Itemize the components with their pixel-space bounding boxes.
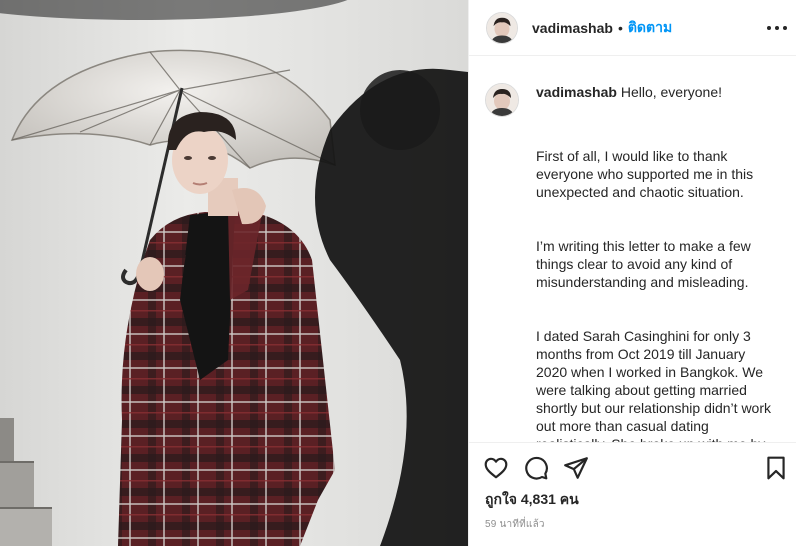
caption-greeting: Hello, everyone! bbox=[620, 84, 722, 100]
caption-username[interactable]: vadimashab bbox=[536, 84, 617, 100]
caption-row: vadimashab Hello, everyone! bbox=[469, 57, 796, 117]
avatar[interactable] bbox=[486, 11, 518, 44]
more-options-icon[interactable] bbox=[767, 18, 787, 38]
action-icons bbox=[483, 455, 589, 481]
caption-paragraph: First of all, I would like to thank ever… bbox=[536, 148, 754, 200]
likes-count[interactable]: ถูกใจ 4,831 คน bbox=[485, 489, 579, 511]
comment-icon[interactable] bbox=[523, 455, 549, 481]
caption-paragraph: I dated Sarah Casinghini for only 3 mont… bbox=[536, 328, 772, 442]
caption-paragraph: I’m writing this letter to make a few th… bbox=[536, 238, 751, 290]
post-photo[interactable] bbox=[0, 0, 468, 546]
avatar-image bbox=[486, 84, 518, 116]
post-username[interactable]: vadimashab bbox=[532, 20, 613, 36]
caption-avatar[interactable] bbox=[485, 83, 519, 117]
more-dot bbox=[783, 26, 787, 30]
post-photo-illustration bbox=[0, 0, 468, 546]
more-dot bbox=[767, 26, 771, 30]
more-dot bbox=[775, 26, 779, 30]
action-bar: ถูกใจ 4,831 คน 59 นาทีที่แล้ว bbox=[469, 442, 796, 546]
comments-area[interactable]: vadimashab Hello, everyone! First of all… bbox=[469, 57, 796, 442]
caption-text: vadimashab Hello, everyone! bbox=[536, 83, 774, 117]
share-icon[interactable] bbox=[563, 455, 589, 481]
avatar-image bbox=[487, 12, 517, 43]
bookmark-icon[interactable] bbox=[763, 455, 789, 481]
separator-dot: • bbox=[617, 19, 623, 36]
heart-icon[interactable] bbox=[483, 455, 509, 481]
post-sidebar: vadimashab • ติดตาม vadimashab Hello, ev… bbox=[468, 0, 796, 546]
post-timestamp[interactable]: 59 นาทีที่แล้ว bbox=[485, 517, 545, 532]
post-header: vadimashab • ติดตาม bbox=[469, 0, 796, 56]
follow-button[interactable]: ติดตาม bbox=[628, 17, 672, 39]
